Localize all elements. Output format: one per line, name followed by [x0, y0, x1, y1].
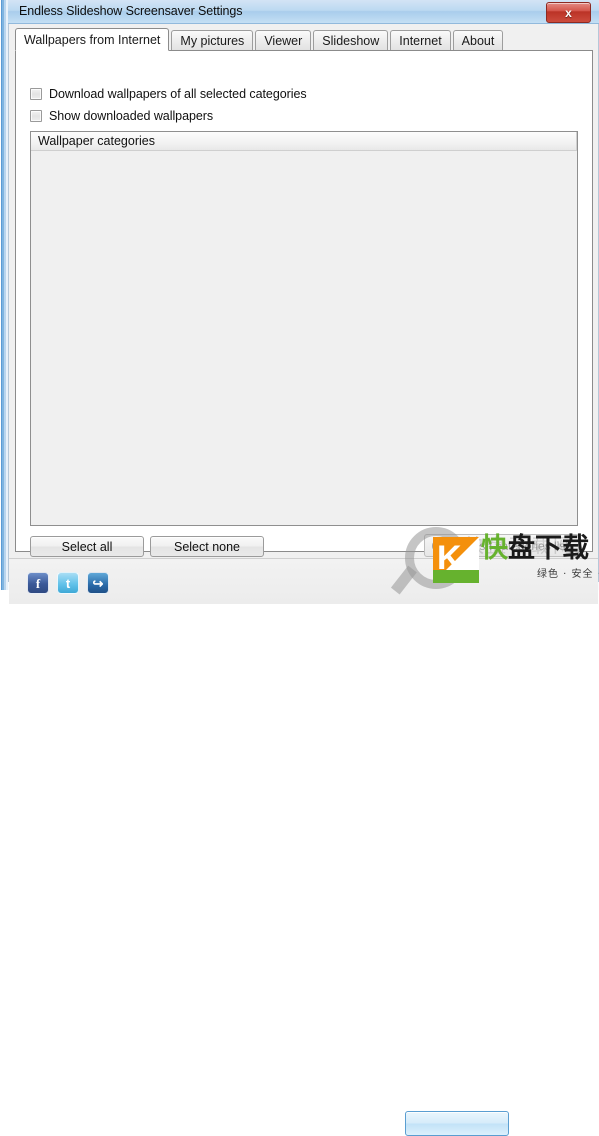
window-title: Endless Slideshow Screensaver Settings	[19, 4, 243, 18]
share-glyph: ↪	[92, 575, 104, 591]
refresh-icon	[432, 538, 444, 552]
tab-wallpapers-from-internet[interactable]: Wallpapers from Internet	[15, 28, 170, 51]
column-header-label: Wallpaper categories	[38, 134, 155, 148]
window-inner-frame: Endless Slideshow Screensaver Settings x…	[8, 0, 599, 1136]
client-area: Wallpapers from Internet My pictures Vie…	[8, 24, 599, 1136]
tab-strip: Wallpapers from Internet My pictures Vie…	[15, 28, 505, 51]
tab-internet[interactable]: Internet	[390, 30, 451, 50]
refresh-button-label: Refresh categories list	[450, 538, 569, 553]
checkbox-show-downloaded-wallpapers[interactable]: Show downloaded wallpapers	[30, 109, 213, 123]
close-icon: x	[565, 5, 572, 20]
select-all-button[interactable]: Select all	[30, 536, 144, 557]
button-label: Select all	[61, 539, 113, 554]
facebook-icon[interactable]: f	[27, 572, 49, 594]
tab-page-wallpapers-from-internet: Download wallpapers of all selected cate…	[15, 50, 593, 557]
tab-label: About	[461, 33, 495, 48]
apply-button[interactable]	[405, 1111, 509, 1136]
status-bar: f t ↪	[9, 558, 598, 1136]
tab-slideshow[interactable]: Slideshow	[313, 30, 389, 50]
button-label: Select none	[173, 539, 241, 554]
tab-my-pictures[interactable]: My pictures	[171, 30, 254, 50]
checkbox-box[interactable]	[30, 110, 42, 122]
tab-about[interactable]: About	[452, 30, 504, 50]
list-column-header[interactable]: Wallpaper categories	[31, 132, 577, 151]
title-bar: Endless Slideshow Screensaver Settings x	[8, 0, 599, 24]
twitter-glyph: t	[65, 575, 71, 591]
facebook-glyph: f	[35, 575, 41, 591]
tab-viewer[interactable]: Viewer	[255, 30, 312, 50]
checkbox-label: Download wallpapers of all selected cate…	[49, 87, 307, 101]
wallpaper-categories-list[interactable]: Wallpaper categories	[30, 131, 578, 526]
tab-label: Wallpapers from Internet	[24, 32, 161, 47]
tab-label: My pictures	[180, 33, 245, 48]
checkbox-label: Show downloaded wallpapers	[49, 109, 214, 123]
share-icon[interactable]: ↪	[87, 572, 109, 594]
column-divider	[576, 132, 577, 150]
select-none-button[interactable]: Select none	[150, 536, 264, 557]
tab-label: Viewer	[264, 33, 303, 48]
twitter-icon[interactable]: t	[57, 572, 79, 594]
tab-label: Slideshow	[322, 33, 380, 48]
application-window: Endless Slideshow Screensaver Settings x…	[0, 0, 599, 1136]
tab-label: Internet	[399, 33, 442, 48]
refresh-categories-list-button[interactable]: Refresh categories list	[424, 534, 579, 557]
checkbox-box[interactable]	[30, 88, 42, 100]
list-body-empty[interactable]	[31, 151, 577, 525]
checkbox-download-all-categories[interactable]: Download wallpapers of all selected cate…	[30, 87, 307, 101]
close-button[interactable]: x	[546, 2, 591, 23]
